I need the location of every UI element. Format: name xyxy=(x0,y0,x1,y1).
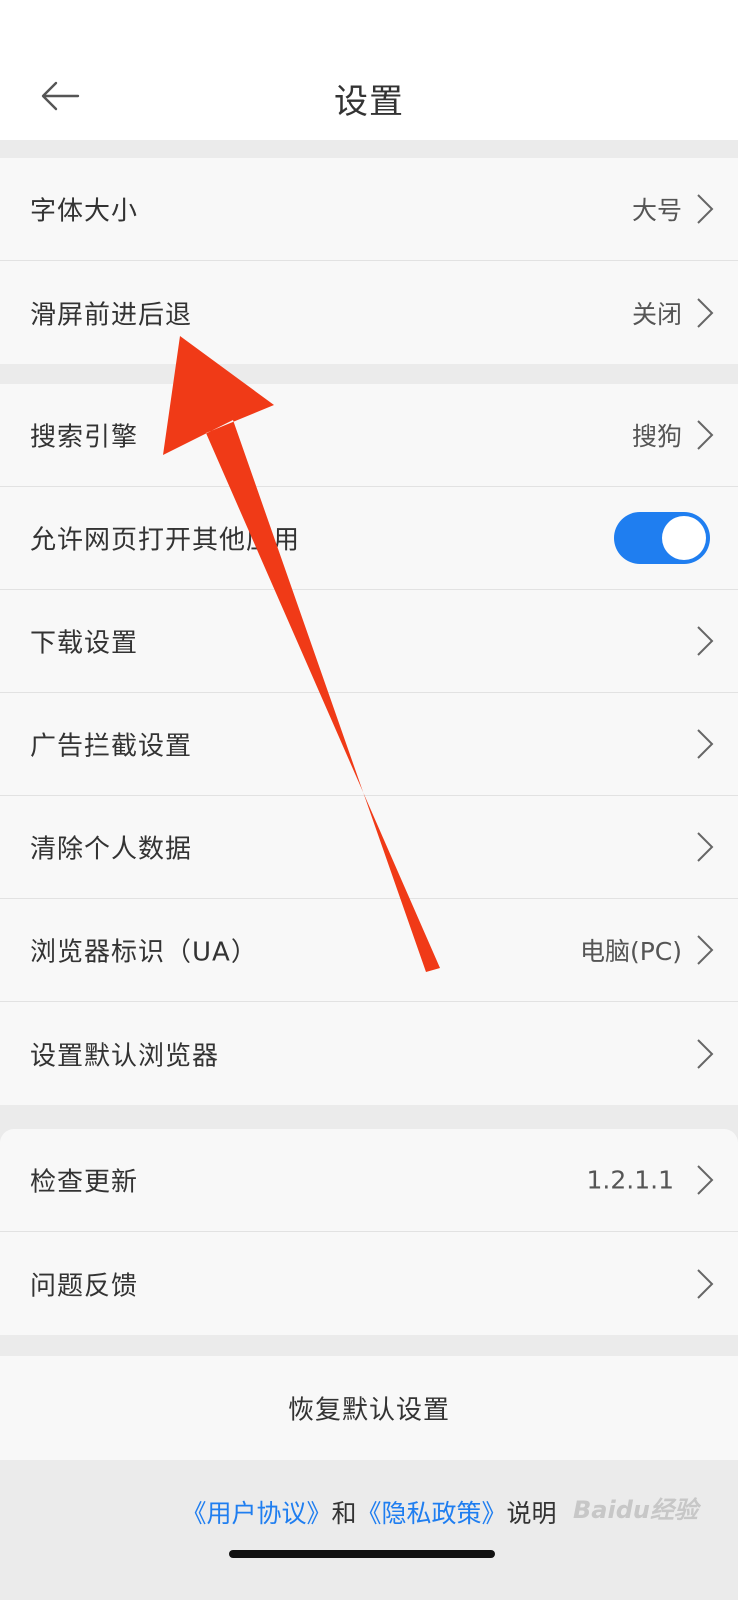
footer-suffix-text: 说明 xyxy=(506,1499,557,1528)
settings-group-about: 检查更新 1.2.1.1 问题反馈 xyxy=(0,1129,738,1335)
chevron-right-icon xyxy=(697,935,714,965)
privacy-policy-link[interactable]: 《隐私政策》 xyxy=(357,1499,507,1528)
toggle-knob xyxy=(662,516,706,560)
setting-allow-open-apps: 允许网页打开其他应用 xyxy=(0,487,738,590)
chevron-right-icon xyxy=(697,420,714,450)
chevron-right-icon xyxy=(697,194,714,224)
restore-defaults-label: 恢复默认设置 xyxy=(287,1395,450,1426)
setting-swipe-navigation[interactable]: 滑屏前进后退 关闭 xyxy=(0,261,738,364)
chevron-right-icon xyxy=(697,297,714,328)
chevron-right-icon xyxy=(697,626,714,656)
setting-label: 字体大小 xyxy=(30,196,139,227)
setting-label: 下载设置 xyxy=(30,628,139,659)
setting-label: 广告拦截设置 xyxy=(30,731,193,762)
setting-value: 电脑(PC) xyxy=(579,937,682,966)
setting-user-agent[interactable]: 浏览器标识（UA） 电脑(PC) xyxy=(0,899,738,1002)
footer: 《用户协议》和《隐私政策》说明 Baidu经验 xyxy=(0,1460,738,1600)
setting-label: 设置默认浏览器 xyxy=(30,1041,220,1071)
setting-download[interactable]: 下载设置 xyxy=(0,590,738,693)
user-agreement-link[interactable]: 《用户协议》 xyxy=(181,1499,331,1528)
chevron-right-icon xyxy=(697,1268,714,1299)
page-title: 设置 xyxy=(334,82,404,122)
setting-label: 检查更新 xyxy=(30,1167,139,1198)
setting-value: 搜狗 xyxy=(631,422,682,451)
setting-default-browser[interactable]: 设置默认浏览器 xyxy=(0,1002,738,1105)
setting-label: 问题反馈 xyxy=(30,1271,139,1301)
footer-and-text: 和 xyxy=(331,1499,357,1528)
setting-value: 关闭 xyxy=(631,299,682,329)
setting-label: 滑屏前进后退 xyxy=(30,300,193,330)
settings-group-display: 字体大小 大号 滑屏前进后退 关闭 xyxy=(0,158,738,364)
chevron-right-icon xyxy=(697,1165,714,1195)
chevron-right-icon xyxy=(697,1038,714,1069)
header: 设置 xyxy=(0,0,738,140)
allow-open-apps-toggle[interactable] xyxy=(614,512,710,564)
setting-check-update[interactable]: 检查更新 1.2.1.1 xyxy=(0,1129,738,1232)
setting-label: 允许网页打开其他应用 xyxy=(30,525,301,556)
setting-label: 浏览器标识（UA） xyxy=(30,937,258,968)
setting-ad-block[interactable]: 广告拦截设置 xyxy=(0,693,738,796)
chevron-right-icon xyxy=(697,832,714,862)
home-indicator xyxy=(229,1550,495,1558)
chevron-right-icon xyxy=(697,729,714,759)
setting-value: 大号 xyxy=(631,196,682,225)
baidu-watermark: Baidu经验 xyxy=(573,1496,698,1524)
setting-font-size[interactable]: 字体大小 大号 xyxy=(0,158,738,261)
settings-group-browser: 搜索引擎 搜狗 允许网页打开其他应用 下载设置 广告拦截设置 清除个人数据 浏览… xyxy=(0,384,738,1105)
setting-search-engine[interactable]: 搜索引擎 搜狗 xyxy=(0,384,738,487)
setting-label: 搜索引擎 xyxy=(30,422,139,453)
restore-defaults-button[interactable]: 恢复默认设置 xyxy=(0,1356,738,1460)
setting-clear-data[interactable]: 清除个人数据 xyxy=(0,796,738,899)
setting-feedback[interactable]: 问题反馈 xyxy=(0,1232,738,1335)
setting-label: 清除个人数据 xyxy=(30,834,193,865)
setting-value: 1.2.1.1 xyxy=(586,1165,674,1195)
